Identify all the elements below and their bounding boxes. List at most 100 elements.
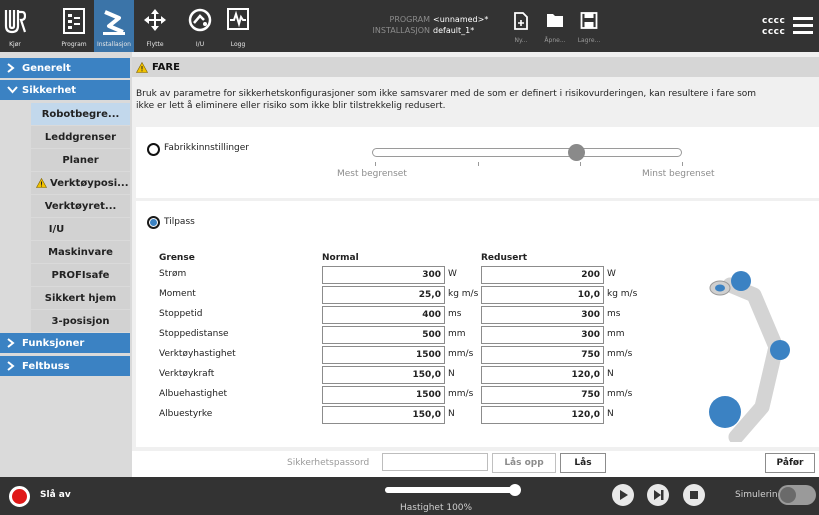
sidebar-item-profisafe[interactable]: PROFIsafe bbox=[31, 264, 130, 286]
column-header-reduced: Redusert bbox=[481, 253, 528, 263]
danger-title: FARE bbox=[152, 61, 180, 73]
step-button[interactable] bbox=[647, 484, 669, 506]
reduced-value-field[interactable]: 300 bbox=[481, 326, 604, 344]
lock-button[interactable]: Lås bbox=[560, 453, 606, 473]
sidebar-item-robot-limits[interactable]: Robotbegre... bbox=[31, 103, 130, 125]
slider-tick bbox=[580, 162, 581, 166]
normal-value-field[interactable]: 300 bbox=[322, 266, 445, 284]
sidebar-item-hardware[interactable]: Maskinvare bbox=[31, 241, 130, 263]
sidebar-item-io[interactable]: I/U bbox=[31, 218, 130, 240]
slider-tick bbox=[682, 162, 683, 166]
reduced-unit: N bbox=[607, 369, 614, 379]
sidebar-item-label: Robotbegre... bbox=[41, 108, 120, 120]
speed-slider-track[interactable] bbox=[385, 487, 519, 493]
normal-value-field[interactable]: 25,0 bbox=[322, 286, 445, 304]
apply-button[interactable]: Påfør bbox=[765, 453, 815, 473]
reduced-unit: N bbox=[607, 409, 614, 419]
reduced-unit: ms bbox=[607, 309, 621, 319]
safety-password-label: Sikkerhetspassord bbox=[287, 458, 370, 468]
new-button[interactable]: Ny... bbox=[504, 0, 538, 52]
speed-slider-knob[interactable] bbox=[509, 484, 521, 496]
save-button[interactable]: Lagre... bbox=[572, 0, 606, 52]
run-tab[interactable]: Kjør bbox=[0, 0, 30, 52]
sidebar-item-joint-limits[interactable]: Leddgrenser bbox=[31, 126, 130, 148]
limit-label: Verktøyhastighet bbox=[159, 349, 236, 359]
stop-button[interactable] bbox=[683, 484, 705, 506]
sidebar-item-planes[interactable]: Planer bbox=[31, 149, 130, 171]
play-button[interactable] bbox=[612, 484, 634, 506]
unlock-button[interactable]: Lås opp bbox=[492, 453, 556, 473]
normal-unit: mm/s bbox=[448, 389, 474, 399]
reduced-unit: kg m/s bbox=[607, 289, 638, 299]
hamburger-menu-icon[interactable] bbox=[793, 17, 813, 34]
sidebar-section-fieldbus[interactable]: Feltbuss bbox=[0, 356, 130, 376]
warning-icon bbox=[136, 61, 148, 73]
normal-unit: kg m/s bbox=[448, 289, 479, 299]
warning-line-2: ikke er lett å eliminere eller risiko so… bbox=[136, 101, 446, 111]
installation-tab-label: Installasjon bbox=[96, 41, 131, 48]
sidebar-section-label: Generelt bbox=[22, 62, 71, 74]
sidebar-section-features[interactable]: Funksjoner bbox=[0, 333, 130, 353]
sidebar-item-safe-home[interactable]: Sikkert hjem bbox=[31, 287, 130, 309]
chevron-right-icon bbox=[7, 63, 15, 73]
robot-arm-illustration bbox=[709, 271, 790, 442]
custom-radio[interactable] bbox=[147, 216, 160, 229]
move-tab-label: Flytte bbox=[146, 41, 164, 48]
limit-label: Strøm bbox=[159, 269, 187, 279]
open-folder-icon bbox=[547, 14, 563, 27]
normal-unit: N bbox=[448, 369, 455, 379]
normal-value-field[interactable]: 150,0 bbox=[322, 406, 445, 424]
sidebar-section-general[interactable]: Generelt bbox=[0, 58, 130, 78]
main-content: FARE Bruk av parametre for sikkerhetskon… bbox=[132, 52, 819, 477]
sidebar-item-label: Maskinvare bbox=[48, 246, 113, 258]
factory-presets-radio[interactable] bbox=[147, 143, 160, 156]
normal-unit: ms bbox=[448, 309, 462, 319]
safety-password-input[interactable] bbox=[382, 453, 488, 471]
limit-label: Albuestyrke bbox=[159, 409, 213, 419]
chevron-right-icon bbox=[7, 361, 15, 371]
sidebar-section-safety[interactable]: Sikkerhet bbox=[0, 80, 130, 100]
normal-value-field[interactable]: 1500 bbox=[322, 346, 445, 364]
reduced-value-field[interactable]: 120,0 bbox=[481, 366, 604, 384]
power-button[interactable] bbox=[9, 486, 30, 507]
ur-logo-icon bbox=[4, 10, 26, 34]
program-key: PROGRAM bbox=[389, 15, 431, 24]
normal-value-field[interactable]: 500 bbox=[322, 326, 445, 344]
user-line-2: cccc bbox=[762, 27, 786, 37]
normal-unit: mm bbox=[448, 329, 466, 339]
normal-value-field[interactable]: 1500 bbox=[322, 386, 445, 404]
sidebar-section-label: Funksjoner bbox=[22, 337, 85, 349]
simulation-label: Simulering bbox=[735, 490, 784, 500]
sidebar-section-label: Sikkerhet bbox=[22, 84, 77, 96]
sidebar-item-tool-position[interactable]: Verktøyposi... bbox=[31, 172, 130, 194]
open-button[interactable]: Åpne... bbox=[538, 0, 572, 52]
installation-tab[interactable]: Installasjon bbox=[94, 0, 134, 52]
reduced-value-field[interactable]: 750 bbox=[481, 346, 604, 364]
save-icon bbox=[580, 12, 598, 29]
user-line-1: cccc bbox=[762, 16, 786, 26]
open-button-label: Åpne... bbox=[544, 37, 566, 44]
reduced-value-field[interactable]: 200 bbox=[481, 266, 604, 284]
normal-value-field[interactable]: 150,0 bbox=[322, 366, 445, 384]
reduced-value-field[interactable]: 300 bbox=[481, 306, 604, 324]
move-tab[interactable]: Flytte bbox=[141, 0, 169, 52]
normal-unit: N bbox=[448, 409, 455, 419]
log-icon bbox=[227, 8, 249, 30]
stop-icon bbox=[690, 491, 698, 499]
simulation-toggle[interactable] bbox=[778, 485, 816, 505]
reduced-value-field[interactable]: 10,0 bbox=[481, 286, 604, 304]
limit-label: Moment bbox=[159, 289, 196, 299]
reduced-value-field[interactable]: 120,0 bbox=[481, 406, 604, 424]
restriction-slider-knob[interactable] bbox=[568, 144, 585, 161]
reduced-unit: W bbox=[607, 269, 616, 279]
sidebar-item-3-position[interactable]: 3-posisjon bbox=[31, 310, 130, 332]
restriction-slider-track[interactable] bbox=[372, 148, 682, 157]
reduced-value-field[interactable]: 750 bbox=[481, 386, 604, 404]
log-tab-label: Logg bbox=[230, 41, 246, 48]
normal-value-field[interactable]: 400 bbox=[322, 306, 445, 324]
io-tab[interactable]: I/U bbox=[186, 0, 214, 52]
log-tab[interactable]: Logg bbox=[224, 0, 252, 52]
sidebar-item-tool-direction[interactable]: Verktøyret... bbox=[31, 195, 130, 217]
sidebar: Generelt Sikkerhet Robotbegre... Leddgre… bbox=[0, 52, 132, 477]
program-tab[interactable]: Program bbox=[57, 0, 91, 52]
